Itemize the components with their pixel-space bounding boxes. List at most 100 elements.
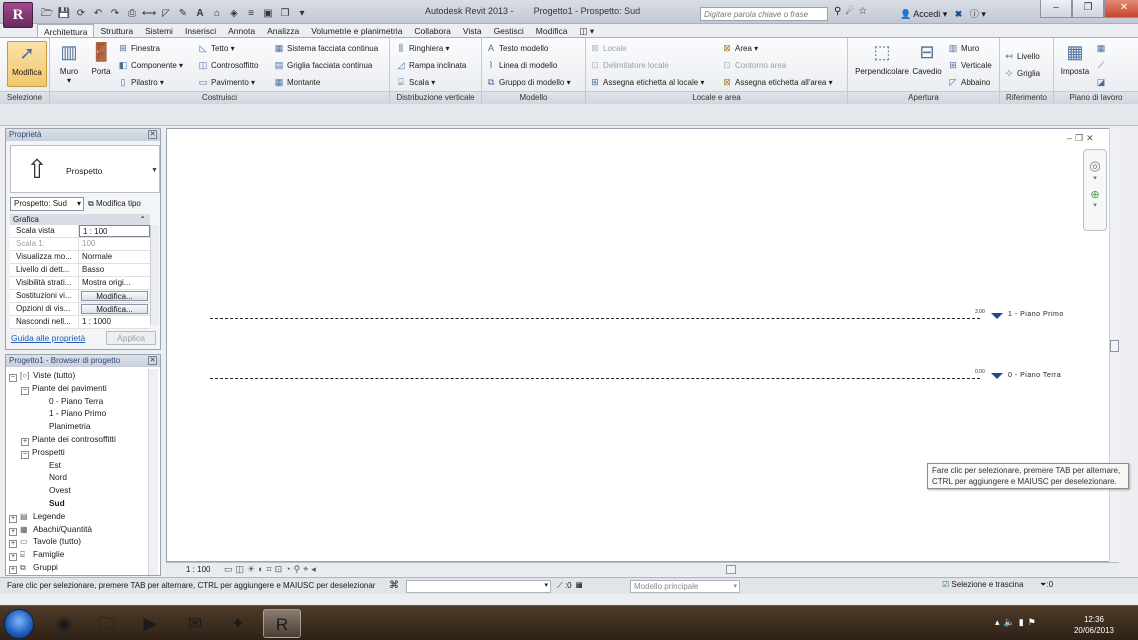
modify-button[interactable]: ➚ Modifica: [7, 41, 47, 87]
component-button[interactable]: ◧ Componente ▾: [118, 59, 183, 72]
tree-node-sheets[interactable]: + ▭ Tavole (tutto): [9, 535, 149, 549]
favorites-icon[interactable]: ☆: [858, 6, 867, 17]
text-icon[interactable]: A: [193, 7, 207, 20]
hide-at-scales-value[interactable]: 1 : 1000: [79, 316, 150, 328]
tab-inserisci[interactable]: Inserisci: [179, 24, 222, 38]
expand-icon[interactable]: +: [9, 540, 17, 549]
show-plane-button[interactable]: ▦: [1096, 42, 1109, 55]
dimension-icon[interactable]: ◸: [159, 7, 173, 20]
visual-style-icon[interactable]: ◫: [236, 564, 248, 574]
scroll-thumb[interactable]: [1110, 340, 1119, 352]
print-icon[interactable]: ⎙: [125, 7, 139, 20]
tree-node-groups[interactable]: + ⧉ Gruppi: [9, 561, 149, 574]
restore-button[interactable]: ❐: [1072, 0, 1104, 18]
view-scale-input[interactable]: 1 : 100: [79, 225, 150, 237]
help-icon[interactable]: ⓘ: [970, 9, 979, 19]
crop-view-icon[interactable]: ⌗: [267, 564, 275, 574]
drag-on-selection-toggle[interactable]: ☑ Selezione e trascina: [942, 580, 1023, 589]
properties-help-link[interactable]: Guida alle proprietà: [11, 333, 85, 343]
undo-icon[interactable]: ↶: [91, 7, 105, 20]
revit-taskbar-icon[interactable]: R: [263, 609, 301, 638]
room-button[interactable]: ⊠ Locale: [590, 42, 626, 55]
3d-view-icon[interactable]: ⌂: [210, 7, 224, 20]
drawing-area[interactable]: –❐✕ 3.00 1 - Piano Primo 0.00 0 - Piano …: [166, 128, 1119, 562]
room-separator-button[interactable]: ⊡ Delimitatore locale: [590, 59, 669, 72]
tag-area-button[interactable]: ⊠ Assegna etichetta all'area ▾: [722, 76, 832, 89]
flag-icon[interactable]: ⚑: [1028, 617, 1040, 627]
model-line-button[interactable]: ⌇ Linea di modello: [486, 59, 557, 72]
tab-sistemi[interactable]: Sistemi: [139, 24, 179, 38]
restore-view-icon[interactable]: ❐: [1075, 133, 1086, 143]
tab-annota[interactable]: Annota: [222, 24, 261, 38]
checkbox-icon[interactable]: ☑: [942, 580, 949, 589]
steering-wheel-icon[interactable]: ◎: [1084, 158, 1106, 174]
sync-icon[interactable]: ⟳: [74, 7, 88, 20]
tree-node-schedules[interactable]: + ▦ Abachi/Quantità: [9, 523, 149, 536]
minimize-button[interactable]: –: [1040, 0, 1072, 18]
subscription-icon[interactable]: ☄: [845, 6, 854, 17]
design-option-select[interactable]: Modello principale ▾: [630, 580, 740, 593]
mullion-button[interactable]: ▦ Montante: [274, 76, 321, 89]
measure-icon[interactable]: ⟷: [142, 7, 156, 20]
parts-visibility-value[interactable]: Mostra origi...: [79, 277, 150, 289]
qat-dropdown-icon[interactable]: ▾: [295, 7, 309, 20]
tree-node-view[interactable]: Ovest: [9, 484, 149, 497]
area-boundary-button[interactable]: ⊡ Contorno area: [722, 59, 786, 72]
minimize-view-icon[interactable]: –: [1067, 133, 1075, 143]
ramp-button[interactable]: ◿ Rampa inclinata: [396, 59, 467, 72]
edit-type-button[interactable]: ⧉ Modifica tipo: [88, 197, 141, 210]
wall-opening-button[interactable]: ▥ Muro: [948, 42, 980, 55]
tree-node-view-active[interactable]: Sud: [9, 497, 149, 510]
taskbar-clock[interactable]: 12:36 20/06/2013: [1064, 614, 1124, 636]
temp-hide-icon[interactable]: ◔: [285, 564, 293, 574]
tree-node-view[interactable]: Nord: [9, 471, 149, 484]
level-button[interactable]: ↤ Livello: [1004, 50, 1039, 63]
view-scale-label[interactable]: 1 : 100: [186, 564, 210, 576]
tab-architettura[interactable]: Architettura: [37, 24, 95, 38]
close-icon[interactable]: ✕: [148, 130, 157, 139]
selection-filter[interactable]: ⏷:0: [1040, 580, 1053, 590]
tree-node-elevations[interactable]: − Prospetti: [9, 446, 149, 459]
switch-windows-icon[interactable]: ❐: [278, 7, 292, 20]
area-button[interactable]: ⊠ Area ▾: [722, 42, 758, 55]
vertical-scrollbar[interactable]: [1109, 128, 1119, 562]
tag-icon[interactable]: ✎: [176, 7, 190, 20]
vertical-opening-button[interactable]: ⊞ Verticale: [948, 59, 991, 72]
roof-button[interactable]: ◺ Tetto ▾: [198, 42, 235, 55]
tool-taskbar-icon[interactable]: ✦: [219, 609, 257, 638]
thin-lines-icon[interactable]: ≡: [244, 7, 258, 20]
tag-room-button[interactable]: ⊞ Assegna etichetta al locale ▾: [590, 76, 704, 89]
detail-level-icon[interactable]: ▭: [224, 564, 236, 574]
tab-vista[interactable]: Vista: [457, 24, 488, 38]
shadows-icon[interactable]: ◐: [258, 564, 266, 574]
shaft-button[interactable]: ⊟ Cavedio: [910, 41, 944, 76]
tree-node-floor-plans[interactable]: − Piante dei pavimenti: [9, 382, 149, 395]
media-player-taskbar-icon[interactable]: ▶: [131, 609, 169, 638]
level-label[interactable]: 0 - Piano Terra: [1008, 372, 1061, 379]
sun-path-icon[interactable]: ☀: [247, 564, 258, 574]
save-icon[interactable]: 💾: [57, 7, 71, 20]
tab-volumetrie[interactable]: Volumetrie e planimetria: [305, 24, 408, 38]
display-model-value[interactable]: Normale: [79, 251, 150, 263]
level-line-piano-terra[interactable]: [210, 378, 980, 379]
show-crop-icon[interactable]: ⊡: [275, 564, 286, 574]
set-work-plane-button[interactable]: ▦ Imposta: [1058, 41, 1092, 76]
grid-button[interactable]: ⊹ Griglia: [1004, 67, 1040, 80]
binoculars-icon[interactable]: ⚲: [834, 6, 841, 17]
tree-node-ceiling-plans[interactable]: + Piante dei controsoffitti: [9, 433, 149, 446]
expand-icon[interactable]: +: [21, 437, 29, 446]
level-line-piano-primo[interactable]: [210, 318, 980, 319]
floor-button[interactable]: ▭ Pavimento ▾: [198, 76, 255, 89]
properties-scrollbar[interactable]: [150, 225, 159, 325]
tab-analizza[interactable]: Analizza: [261, 24, 305, 38]
browser-scrollbar[interactable]: [148, 369, 158, 575]
worksharing-icon[interactable]: ⌘: [389, 580, 399, 591]
expand-icon[interactable]: +: [9, 514, 17, 523]
column-button[interactable]: ▯ Pilastro ▾: [118, 76, 164, 89]
tab-collabora[interactable]: Collabora: [408, 24, 456, 38]
tree-node-legends[interactable]: + ▤ Legende: [9, 510, 149, 523]
tab-gestisci[interactable]: Gestisci: [488, 24, 530, 38]
level-label[interactable]: 1 - Piano Primo: [1008, 311, 1064, 318]
close-view-icon[interactable]: ✕: [1086, 133, 1097, 143]
design-options-icon[interactable]: ▦: [576, 581, 582, 590]
